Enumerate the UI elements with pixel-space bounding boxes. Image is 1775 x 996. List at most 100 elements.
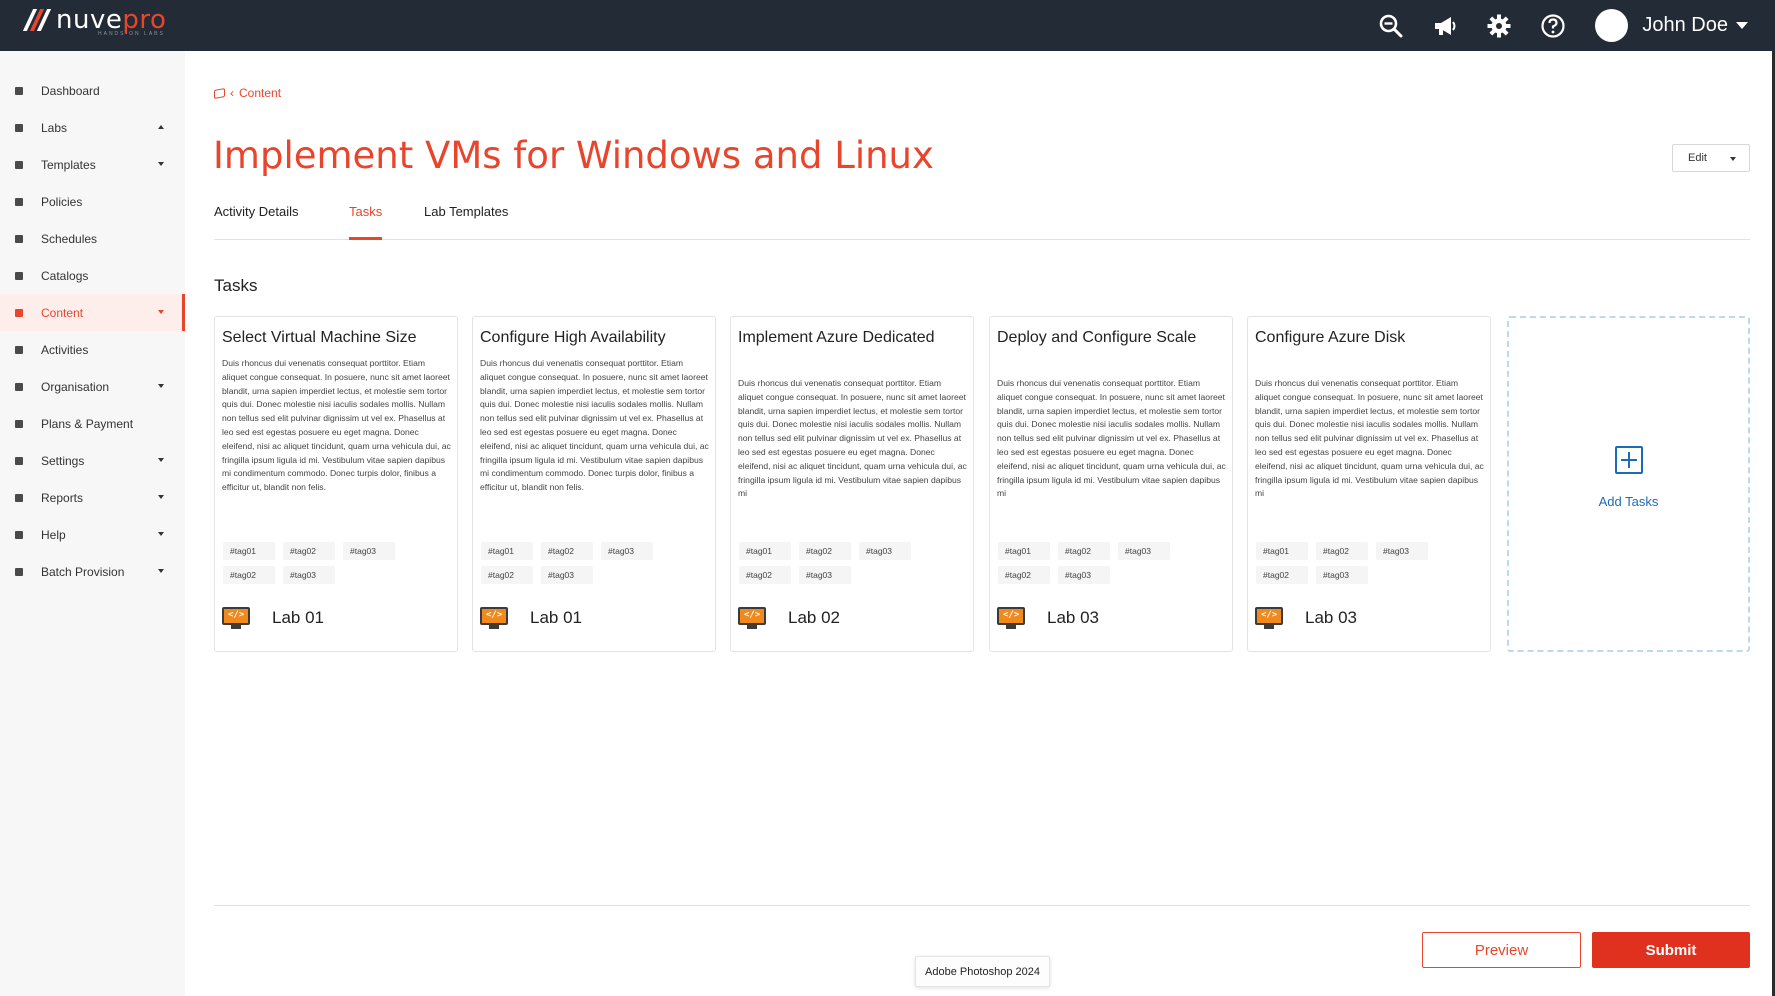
task-card-title: Select Virtual Machine Size <box>222 329 417 346</box>
sidebar-item-label: Settings <box>41 453 85 468</box>
task-card-tags: #tag01 #tag02 #tag03 #tag02 #tag03 <box>739 542 969 584</box>
tag-chip[interactable]: #tag02 <box>1256 566 1308 584</box>
tab-lab-templates[interactable]: Lab Templates <box>424 204 508 239</box>
tag-chip[interactable]: #tag03 <box>799 566 851 584</box>
tag-chip[interactable]: #tag03 <box>1316 566 1368 584</box>
megaphone-icon[interactable] <box>1431 12 1459 40</box>
task-card[interactable]: Configure High Availability Duis rhoncus … <box>472 316 716 652</box>
nuvepro-logo[interactable]: nuvepro <box>22 7 166 33</box>
avatar[interactable] <box>1595 9 1629 42</box>
sidebar-item-batch-provision[interactable]: Batch Provision <box>0 553 185 590</box>
tag-chip[interactable]: #tag02 <box>998 566 1050 584</box>
tag-chip[interactable]: #tag02 <box>223 566 275 584</box>
tag-chip[interactable]: #tag02 <box>283 542 335 560</box>
sidebar-item-templates[interactable]: Templates <box>0 146 185 183</box>
breadcrumb-back-chevron-icon: ‹ <box>230 86 234 100</box>
top-bar: nuvepro HANDS-ON LABS John Doe <box>0 0 1775 51</box>
code-monitor-icon <box>997 607 1025 629</box>
tag-chip[interactable]: #tag03 <box>1058 566 1110 584</box>
plus-square-icon[interactable] <box>1615 446 1643 474</box>
task-card[interactable]: Configure Azure Disk Duis rhoncus dui ven… <box>1247 316 1491 652</box>
task-card-lab[interactable]: Lab 02 <box>738 607 840 629</box>
tag-chip[interactable]: #tag02 <box>1058 542 1110 560</box>
tag-chip[interactable]: #tag01 <box>998 542 1050 560</box>
taskbar-tooltip: Adobe Photoshop 2024 <box>915 956 1050 987</box>
tag-chip[interactable]: #tag01 <box>223 542 275 560</box>
task-card-tags: #tag01 #tag02 #tag03 #tag02 #tag03 <box>998 542 1228 584</box>
sidebar-item-labs[interactable]: Labs <box>0 109 185 146</box>
task-card-lab[interactable]: Lab 03 <box>997 607 1099 629</box>
sidebar-item-content[interactable]: Content <box>0 294 185 331</box>
task-card[interactable]: Deploy and Configure Scale Duis rhoncus d… <box>989 316 1233 652</box>
sidebar-item-organisation[interactable]: Organisation <box>0 368 185 405</box>
footer-divider <box>214 905 1750 906</box>
chevron-down-icon[interactable] <box>158 532 164 536</box>
chevron-down-icon[interactable] <box>158 569 164 573</box>
user-menu-chevron-down-icon[interactable] <box>1736 22 1748 29</box>
tag-chip[interactable]: #tag03 <box>541 566 593 584</box>
tab-activity-details[interactable]: Activity Details <box>214 204 299 239</box>
tag-chip[interactable]: #tag02 <box>799 542 851 560</box>
logo-tagline: HANDS-ON LABS <box>98 31 165 37</box>
sidebar-item-help[interactable]: Help <box>0 516 185 553</box>
task-card-lab[interactable]: Lab 01 <box>222 607 324 629</box>
tag-chip[interactable]: #tag03 <box>343 542 395 560</box>
sidebar-item-label: Policies <box>41 194 83 209</box>
sidebar-item-schedules[interactable]: Schedules <box>0 220 185 257</box>
user-name[interactable]: John Doe <box>1642 14 1728 37</box>
tag-chip[interactable]: #tag02 <box>541 542 593 560</box>
sidebar: Dashboard Labs Templates Policies Schedules C… <box>0 51 185 996</box>
zoom-out-icon[interactable] <box>1377 12 1405 40</box>
gear-icon[interactable] <box>1485 12 1513 40</box>
chevron-down-icon[interactable] <box>158 310 164 314</box>
tag-chip[interactable]: #tag01 <box>739 542 791 560</box>
preview-button[interactable]: Preview <box>1422 932 1581 968</box>
chevron-down-icon[interactable] <box>158 384 164 388</box>
chevron-up-icon[interactable] <box>158 125 164 129</box>
tag-chip[interactable]: #tag02 <box>739 566 791 584</box>
task-card[interactable]: Implement Azure Dedicated Duis rhoncus du… <box>730 316 974 652</box>
sidebar-item-label: Templates <box>41 157 96 172</box>
sidebar-item-label: Help <box>41 527 66 542</box>
task-card-lab[interactable]: Lab 03 <box>1255 607 1357 629</box>
tag-chip[interactable]: #tag01 <box>481 542 533 560</box>
submit-button[interactable]: Submit <box>1592 932 1750 968</box>
sidebar-item-label: Catalogs <box>41 268 89 283</box>
add-tasks-label[interactable]: Add Tasks <box>1509 494 1748 509</box>
breadcrumb[interactable]: ‹ Content <box>214 86 281 100</box>
task-card-title: Configure High Availability <box>480 329 666 346</box>
chevron-down-icon[interactable] <box>158 162 164 166</box>
sidebar-item-plans-payment[interactable]: Plans & Payment <box>0 405 185 442</box>
sidebar-item-settings[interactable]: Settings <box>0 442 185 479</box>
tag-chip[interactable]: #tag03 <box>283 566 335 584</box>
tag-chip[interactable]: #tag02 <box>1316 542 1368 560</box>
tag-chip[interactable]: #tag03 <box>1118 542 1170 560</box>
sidebar-item-activities[interactable]: Activities <box>0 331 185 368</box>
chevron-down-icon[interactable] <box>158 458 164 462</box>
chevron-down-icon[interactable] <box>158 495 164 499</box>
task-card-lab[interactable]: Lab 01 <box>480 607 582 629</box>
tag-chip[interactable]: #tag01 <box>1256 542 1308 560</box>
tab-tasks[interactable]: Tasks <box>349 204 383 240</box>
tag-chip[interactable]: #tag03 <box>601 542 653 560</box>
tag-chip[interactable]: #tag02 <box>481 566 533 584</box>
sidebar-item-dashboard[interactable]: Dashboard <box>0 72 185 109</box>
sidebar-item-catalogs[interactable]: Catalogs <box>0 257 185 294</box>
sidebar-item-reports[interactable]: Reports <box>0 479 185 516</box>
sidebar-item-label: Content <box>41 305 84 320</box>
breadcrumb-content-link[interactable]: Content <box>239 86 281 100</box>
tag-chip[interactable]: #tag03 <box>1376 542 1428 560</box>
task-card[interactable]: Select Virtual Machine Size Duis rhoncus … <box>214 316 458 652</box>
sidebar-item-label: Activities <box>41 342 89 357</box>
code-monitor-icon <box>480 607 508 629</box>
task-card-title: Configure Azure Disk <box>1255 329 1406 346</box>
add-tasks-card[interactable]: Add Tasks <box>1507 316 1750 652</box>
help-circle-icon[interactable] <box>1539 12 1567 40</box>
task-card-description: Duis rhoncus dui venenatis consequat por… <box>222 358 451 493</box>
sidebar-item-policies[interactable]: Policies <box>0 183 185 220</box>
lab-label: Lab 02 <box>788 608 840 627</box>
edit-label: Edit <box>1688 152 1707 164</box>
tag-chip[interactable]: #tag03 <box>859 542 911 560</box>
chevron-down-icon <box>1730 157 1736 161</box>
edit-dropdown-button[interactable]: Edit <box>1672 144 1750 172</box>
